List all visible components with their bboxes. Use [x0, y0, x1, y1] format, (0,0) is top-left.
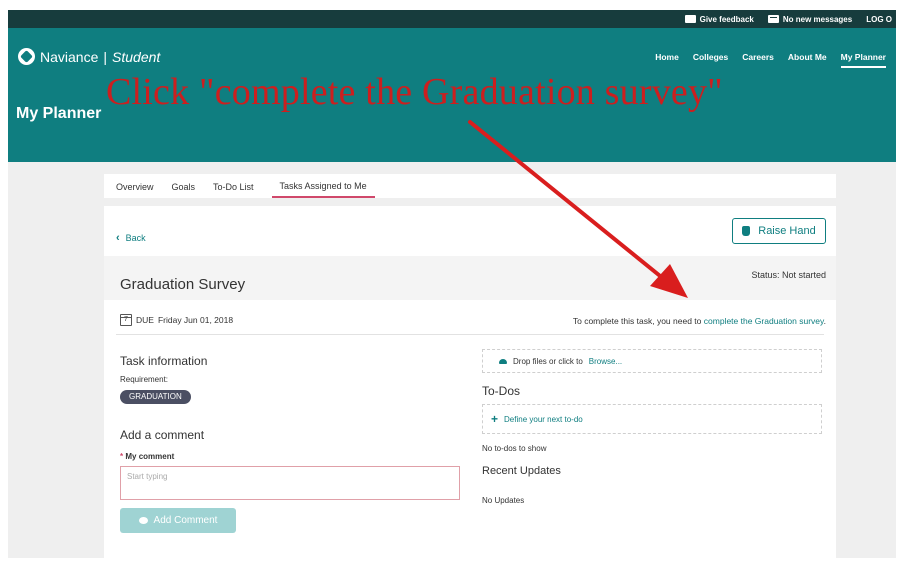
main-nav: Home Colleges Careers About Me My Planne… [655, 52, 886, 68]
envelope-icon [767, 15, 779, 23]
add-comment-button[interactable]: Add Comment [120, 508, 236, 533]
speech-bubble-icon [138, 517, 148, 524]
comment-textarea[interactable]: Start typing [120, 466, 460, 500]
requirement-label: Requirement: [120, 375, 169, 384]
raise-hand-button[interactable]: Raise Hand [732, 218, 826, 244]
task-instruction: To complete this task, you need to compl… [573, 316, 826, 326]
nav-about-me[interactable]: About Me [788, 52, 827, 68]
chevron-left-icon: ‹ [116, 232, 120, 244]
brand-product: Student [112, 48, 161, 65]
raise-hand-label: Raise Hand [758, 225, 816, 237]
nav-my-planner[interactable]: My Planner [840, 52, 886, 68]
back-label: Back [125, 233, 146, 243]
screenshot-frame: Give feedback No new messages LOG O Navi… [8, 10, 896, 558]
no-todos-text: No to-dos to show [482, 444, 547, 453]
page-title: My Planner [16, 105, 102, 122]
brand-name: Naviance [40, 48, 99, 65]
my-comment-label: * My comment [120, 452, 174, 461]
compass-icon [18, 48, 35, 65]
due-date-row: 7 DUE Friday Jun 01, 2018 [120, 314, 233, 326]
utility-bar: Give feedback No new messages LOG O [8, 10, 896, 28]
requirement-badge: GRADUATION [120, 390, 191, 404]
plus-icon: + [491, 412, 499, 426]
todos-heading: To-Dos [482, 384, 521, 398]
file-dropzone[interactable]: Drop files or click to Browse... [482, 349, 822, 373]
add-comment-heading: Add a comment [120, 428, 205, 442]
recent-updates-heading: Recent Updates [482, 465, 561, 477]
due-prefix: DUE [136, 315, 154, 325]
task-title: Graduation Survey [120, 276, 246, 293]
due-date: Friday Jun 01, 2018 [157, 315, 234, 325]
calendar-icon: 7 [120, 314, 132, 326]
instruction-annotation: Click "complete the Graduation survey" [106, 71, 723, 113]
my-comment-text: My comment [125, 452, 175, 461]
nav-colleges[interactable]: Colleges [693, 52, 728, 68]
back-link[interactable]: ‹ Back [116, 232, 146, 244]
task-header: Graduation Survey Status: Not started [104, 256, 836, 300]
status-text: Status: Not started [751, 270, 826, 280]
planner-tabs: Overview Goals To-Do List Tasks Assigned… [104, 174, 836, 198]
instruction-suffix: . [823, 316, 826, 326]
give-feedback-label: Give feedback [699, 14, 754, 24]
required-mark: * [120, 452, 124, 461]
messages-label: No new messages [782, 14, 853, 24]
drop-text: Drop files or click to [513, 356, 583, 366]
define-todo-button[interactable]: + Define your next to-do [482, 404, 822, 434]
give-feedback-link[interactable]: Give feedback [684, 14, 754, 24]
brand-separator: | [103, 48, 108, 65]
tab-overview[interactable]: Overview [116, 176, 154, 197]
cloud-upload-icon [499, 358, 507, 364]
add-comment-label: Add Comment [153, 515, 218, 526]
graduation-survey-link[interactable]: complete the Graduation survey [704, 316, 824, 326]
nav-careers[interactable]: Careers [742, 52, 774, 68]
megaphone-icon [684, 15, 696, 23]
tab-tasks-assigned[interactable]: Tasks Assigned to Me [271, 175, 375, 198]
naviance-logo[interactable]: Naviance | Student [18, 48, 160, 65]
comment-placeholder: Start typing [127, 472, 168, 481]
instruction-prefix: To complete this task, you need to [572, 316, 702, 326]
no-updates-text: No Updates [482, 496, 525, 505]
section-divider [116, 334, 824, 335]
tab-to-do-list[interactable]: To-Do List [213, 176, 254, 197]
nav-home[interactable]: Home [655, 52, 679, 68]
calendar-day: 7 [124, 316, 128, 323]
task-info-heading: Task information [120, 354, 208, 368]
browse-link[interactable]: Browse... [589, 357, 622, 366]
messages-link[interactable]: No new messages [767, 14, 853, 24]
task-card: ‹ Back Raise Hand Graduation Survey Stat… [104, 206, 836, 558]
tab-goals[interactable]: Goals [172, 176, 196, 197]
hand-icon [742, 226, 751, 236]
define-todo-label: Define your next to-do [504, 414, 583, 424]
logout-link[interactable]: LOG O [866, 15, 892, 24]
